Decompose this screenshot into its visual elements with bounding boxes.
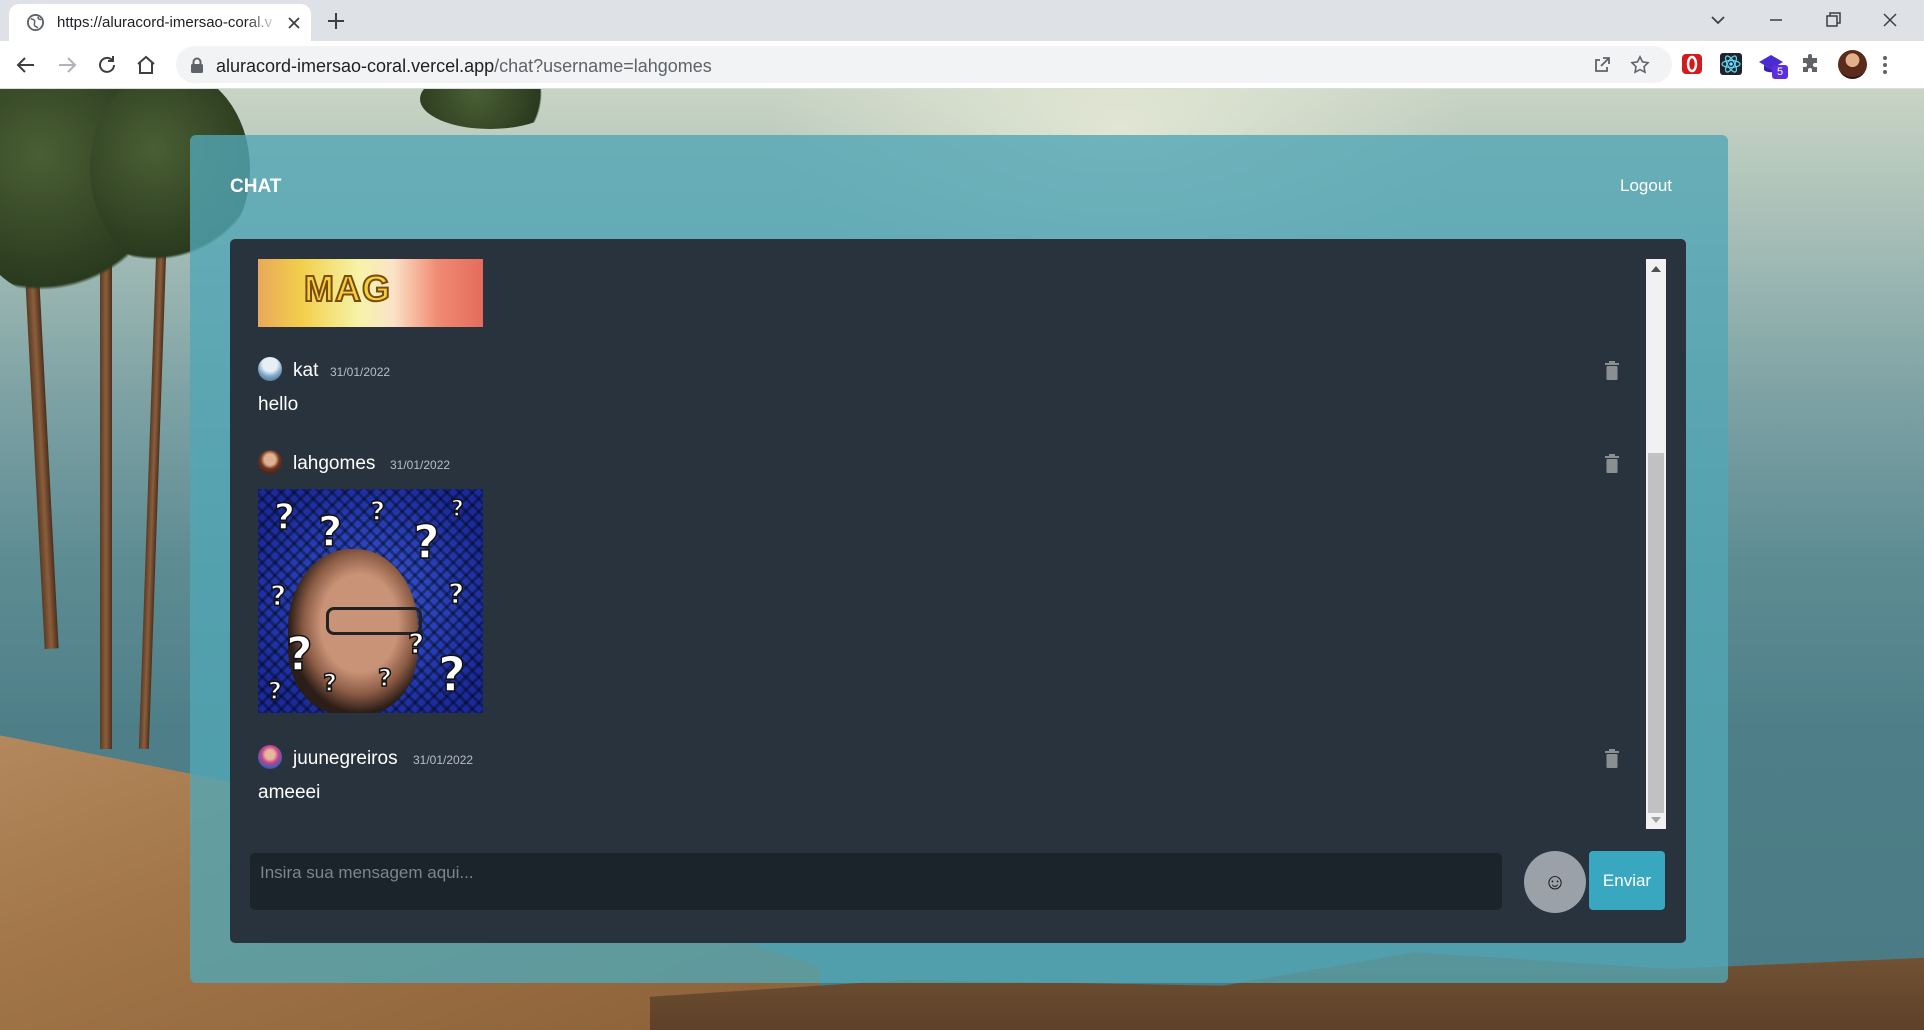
message-author: lahgomes bbox=[293, 453, 376, 474]
minimize-icon[interactable] bbox=[1764, 8, 1788, 32]
puzzle-extensions-icon[interactable] bbox=[1799, 52, 1823, 76]
message-date: 31/01/2022 bbox=[413, 753, 474, 767]
scroll-up-arrow[interactable] bbox=[1651, 266, 1661, 272]
message-author: juunegreiros bbox=[293, 748, 398, 769]
browser-tabstrip: https://aluracord-imersao-coral.v bbox=[0, 0, 1924, 41]
close-window-icon[interactable] bbox=[1878, 8, 1902, 32]
trash-icon[interactable] bbox=[1604, 454, 1620, 474]
globe-icon bbox=[26, 13, 45, 32]
chat-container: CHAT Logout MAG kat 31/01/2022 hello lah… bbox=[190, 135, 1728, 983]
message-compose-box bbox=[250, 853, 1502, 910]
tree-foliage bbox=[420, 89, 560, 129]
url-host: aluracord-imersao-coral.vercel.app bbox=[216, 56, 495, 76]
scroll-down-arrow[interactable] bbox=[1651, 817, 1661, 823]
sticker-button[interactable]: ☺ bbox=[1524, 851, 1586, 913]
home-icon[interactable] bbox=[134, 53, 158, 77]
page-background: CHAT Logout MAG kat 31/01/2022 hello lah… bbox=[0, 89, 1924, 1030]
message-input[interactable] bbox=[250, 853, 1502, 893]
emoji-icon: ☺ bbox=[1543, 869, 1567, 894]
message-list[interactable]: MAG kat 31/01/2022 hello lahgomes 31/01/… bbox=[230, 239, 1650, 829]
message-date: 31/01/2022 bbox=[390, 458, 451, 472]
avatar bbox=[258, 450, 282, 474]
graduation-extension[interactable]: 5 bbox=[1758, 52, 1788, 80]
logout-button[interactable]: Logout bbox=[1620, 176, 1672, 196]
trash-icon[interactable] bbox=[1604, 361, 1620, 381]
share-icon[interactable] bbox=[1592, 55, 1612, 75]
opera-extension-icon[interactable] bbox=[1680, 52, 1704, 76]
close-tab-icon[interactable] bbox=[287, 16, 301, 30]
extension-badge: 5 bbox=[1772, 65, 1788, 79]
new-tab-icon[interactable] bbox=[326, 11, 346, 31]
chat-panel: MAG kat 31/01/2022 hello lahgomes 31/01/… bbox=[230, 239, 1686, 943]
url-text: aluracord-imersao-coral.vercel.app/chat?… bbox=[216, 56, 712, 77]
profile-avatar[interactable] bbox=[1838, 50, 1867, 79]
more-menu-icon[interactable] bbox=[1882, 53, 1888, 77]
message-image: MAG bbox=[258, 259, 483, 327]
forward-icon[interactable] bbox=[55, 53, 79, 77]
avatar bbox=[258, 357, 282, 381]
message-date: 31/01/2022 bbox=[330, 365, 391, 379]
trash-icon[interactable] bbox=[1604, 749, 1620, 769]
message-author: kat bbox=[293, 360, 319, 381]
browser-tab[interactable]: https://aluracord-imersao-coral.v bbox=[9, 4, 311, 41]
tab-search-icon[interactable] bbox=[1706, 8, 1730, 32]
react-devtools-icon[interactable] bbox=[1719, 52, 1743, 76]
browser-toolbar: aluracord-imersao-coral.vercel.app/chat?… bbox=[0, 41, 1924, 89]
chat-title: CHAT bbox=[230, 176, 282, 197]
url-path: /chat?username=lahgomes bbox=[494, 56, 712, 76]
message-scrollbar[interactable] bbox=[1646, 259, 1666, 829]
message-image: ? ? ? ? ? ? ? ? ? ? ? ? ? bbox=[258, 489, 483, 713]
tab-title: https://aluracord-imersao-coral.v bbox=[57, 14, 273, 31]
back-icon[interactable] bbox=[14, 53, 38, 77]
restore-icon[interactable] bbox=[1821, 8, 1845, 32]
message-text: hello bbox=[258, 394, 299, 415]
bookmark-star-icon[interactable] bbox=[1629, 54, 1651, 76]
scrollbar-thumb[interactable] bbox=[1648, 453, 1664, 813]
avatar bbox=[258, 745, 282, 769]
reload-icon[interactable] bbox=[95, 53, 119, 77]
lock-icon[interactable] bbox=[190, 57, 204, 73]
message-item: juunegreiros 31/01/2022 ameeei bbox=[258, 745, 1620, 815]
image-caption: MAG bbox=[303, 267, 391, 310]
message-item: kat 31/01/2022 hello bbox=[258, 357, 1620, 427]
message-item: lahgomes 31/01/2022 ? ? ? ? ? ? ? ? ? ? … bbox=[258, 450, 1620, 715]
send-button[interactable]: Enviar bbox=[1589, 851, 1665, 910]
message-text: ameeei bbox=[258, 782, 321, 803]
address-bar[interactable]: aluracord-imersao-coral.vercel.app/chat?… bbox=[176, 46, 1672, 83]
